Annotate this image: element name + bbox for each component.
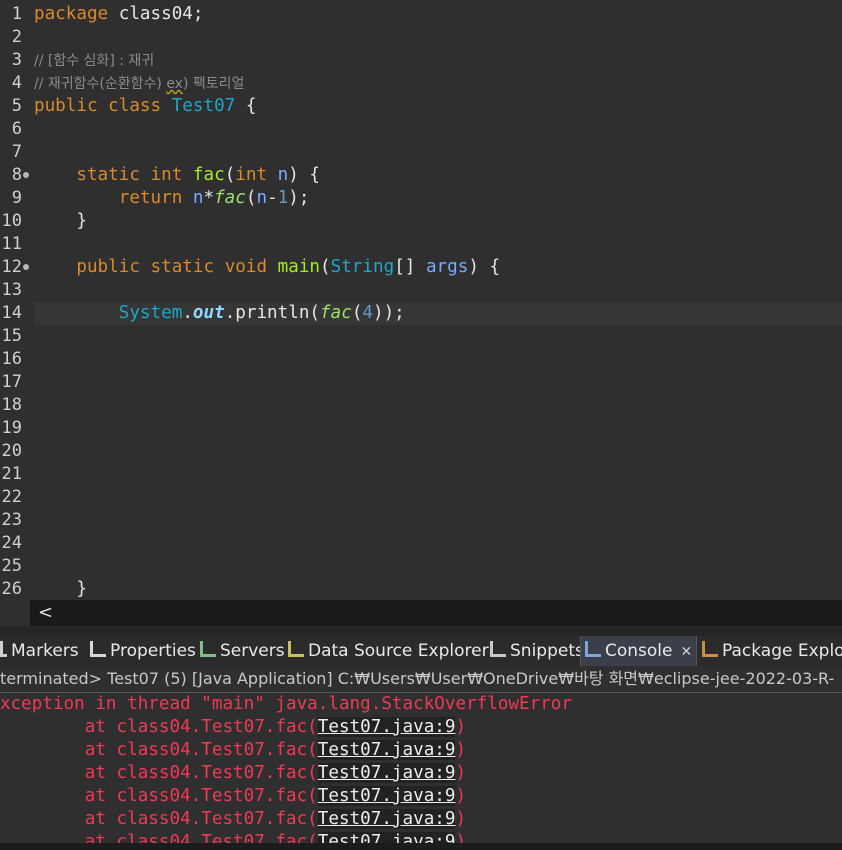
source-link[interactable]: Test07.java:9 <box>317 832 456 843</box>
panel-divider[interactable] <box>0 626 842 636</box>
line-number: 9 <box>11 188 22 208</box>
tab-label: Package Explore <box>722 641 842 661</box>
line-number: 14 <box>1 303 22 323</box>
tab-label: Markers <box>11 641 79 661</box>
package-explorer-icon <box>702 641 718 657</box>
code-line[interactable]: } <box>34 578 87 600</box>
source-link[interactable]: Test07.java:9 <box>317 786 456 806</box>
line-number: 2 <box>11 27 22 47</box>
line-number: 23 <box>1 510 22 530</box>
line-number: 13 <box>1 280 22 300</box>
fold-marker-icon[interactable] <box>23 264 29 270</box>
line-number: 22 <box>1 487 22 507</box>
tab-console[interactable]: Console ✕ <box>580 636 698 666</box>
properties-icon <box>90 641 106 657</box>
line-number: 17 <box>1 372 22 392</box>
line-number: 12 <box>1 257 22 277</box>
bottom-panel-tabbar: Markers Properties Servers Data Source Expl… <box>0 636 842 666</box>
line-number: 7 <box>11 142 22 162</box>
code-line[interactable]: // [함수 심화] : 재귀 <box>34 49 154 73</box>
source-link[interactable]: Test07.java:9 <box>317 740 456 760</box>
horizontal-scrollbar[interactable]: < <box>30 600 842 626</box>
tab-servers[interactable]: Servers <box>196 636 289 666</box>
line-number: 8 <box>11 165 22 185</box>
source-link[interactable]: Test07.java:9 <box>317 717 456 737</box>
code-line[interactable]: // 재귀함수(순환함수) ex) 팩토리얼 <box>34 72 244 96</box>
line-number: 18 <box>1 395 22 415</box>
line-number: 26 <box>1 579 22 599</box>
fold-marker-icon[interactable] <box>23 172 29 178</box>
stack-frame-line: at class04.Test07.fac(Test07.java:9) <box>0 717 467 737</box>
code-line[interactable]: public static void main(String[] args) { <box>34 256 500 279</box>
tab-label: Snippets <box>510 641 584 661</box>
line-number: 16 <box>1 349 22 369</box>
tab-package-explore[interactable]: Package Explore <box>698 636 842 666</box>
markers-icon <box>0 641 7 657</box>
tab-label: Servers <box>220 641 285 661</box>
code-line[interactable]: } <box>34 210 87 233</box>
stack-frame-line: at class04.Test07.fac(Test07.java:9) <box>0 809 467 829</box>
scroll-left-arrow-icon[interactable]: < <box>38 602 53 623</box>
tab-snippets[interactable]: Snippets <box>486 636 588 666</box>
code-line[interactable]: return n*fac(n-1); <box>34 187 310 210</box>
tab-label: Properties <box>110 641 196 661</box>
console-launch-header: terminated> Test07 (5) [Java Application… <box>0 666 842 693</box>
stack-frame-line: at class04.Test07.fac(Test07.java:9) <box>0 786 467 806</box>
close-icon[interactable]: ✕ <box>681 644 693 660</box>
line-number: 5 <box>11 96 22 116</box>
line-number: 20 <box>1 441 22 461</box>
line-number: 15 <box>1 326 22 346</box>
line-number: 10 <box>1 211 22 231</box>
servers-icon <box>200 641 216 657</box>
code-line[interactable]: public class Test07 { <box>34 95 256 118</box>
code-line[interactable]: System.out.println(fac(4)); <box>34 302 405 325</box>
console-icon <box>585 641 601 657</box>
tab-data-source-explorer[interactable]: Data Source Explorer <box>284 636 493 666</box>
line-number: 19 <box>1 418 22 438</box>
stack-frame-line: at class04.Test07.fac(Test07.java:9) <box>0 740 467 760</box>
code-line[interactable]: package class04; <box>34 3 204 26</box>
source-link[interactable]: Test07.java:9 <box>317 763 456 783</box>
tab-label: Data Source Explorer <box>308 641 489 661</box>
tab-properties[interactable]: Properties <box>86 636 200 666</box>
exception-line: xception in thread "main" java.lang.Stac… <box>0 694 572 714</box>
stack-frame-line: at class04.Test07.fac(Test07.java:9) <box>0 763 467 783</box>
tab-markers[interactable]: Markers <box>0 636 83 666</box>
data-source-icon <box>288 641 304 657</box>
scrollbar-corner <box>0 600 30 626</box>
snippets-icon <box>490 641 506 657</box>
line-number: 3 <box>11 50 22 70</box>
bottom-edge <box>0 843 842 850</box>
line-number: 21 <box>1 464 22 484</box>
console-output[interactable]: xception in thread "main" java.lang.Stac… <box>0 693 842 843</box>
line-number: 1 <box>11 4 22 24</box>
line-number: 25 <box>1 556 22 576</box>
line-number: 11 <box>1 234 22 254</box>
line-number: 6 <box>11 119 22 139</box>
line-number: 4 <box>11 73 22 93</box>
tab-label: Console <box>605 641 673 661</box>
code-line[interactable]: static int fac(int n) { <box>34 164 320 187</box>
stack-frame-line: at class04.Test07.fac(Test07.java:9) <box>0 831 466 843</box>
source-link[interactable]: Test07.java:9 <box>317 809 456 829</box>
line-number: 24 <box>1 533 22 553</box>
code-editor[interactable]: 1 package class04; 2 3// [함수 심화] : 재귀 4// 재귀… <box>0 0 842 600</box>
